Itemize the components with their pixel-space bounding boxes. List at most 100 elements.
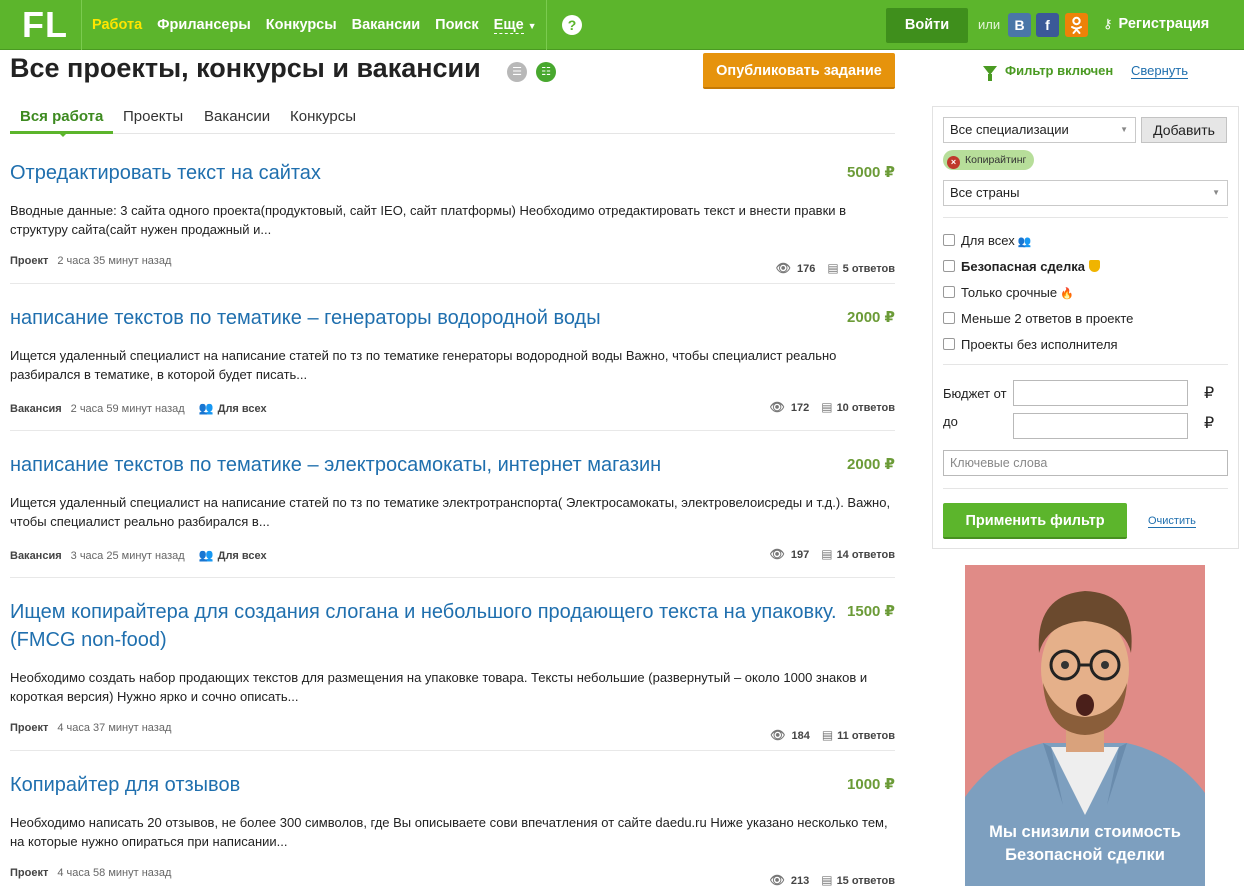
country-value: Все страны [950,185,1020,200]
remove-tag-icon[interactable]: × [947,156,960,169]
project-title[interactable]: написание текстов по тематике – электрос… [10,451,842,479]
fl-logo[interactable]: FL [14,3,76,47]
tab-contests[interactable]: Конкурсы [290,108,356,125]
shield-icon [1088,260,1100,272]
filter-status: Фильтр включен [983,63,1114,81]
tab-projects[interactable]: Проекты [123,108,183,125]
nav-freelancers[interactable]: Фрилансеры [157,17,251,33]
views-count: 176 [796,263,816,275]
top-navigation-bar: FL Работа Фрилансеры Конкурсы Вакансии П… [0,0,1244,50]
eye-icon: 👁 [769,400,785,414]
project-type: Проект [10,722,49,734]
odnoklassniki-icon [1071,16,1082,34]
ad-line-2: Безопасной сделки [1005,846,1165,864]
views-count: 197 [790,549,810,561]
register-link[interactable]: ⚷ Регистрация [1103,16,1209,32]
specialization-tag: × Копирайтинг [943,150,1035,170]
safe-deal-ad-banner[interactable]: Мы снизили стоимость Безопасной сделки [965,565,1205,886]
nav-vacancies[interactable]: Вакансии [352,17,421,33]
checkbox-label: Проекты без исполнителя [961,337,1118,352]
budget-from-label: Бюджет от [943,386,1007,401]
specialization-select[interactable]: Все специализации ▼ [943,117,1136,143]
checkbox[interactable] [943,286,955,298]
project-price: 1000 ₽ [847,776,895,793]
apply-filter-button[interactable]: Применить фильтр [943,503,1127,539]
answers-count[interactable]: 11 ответов [837,730,895,742]
project-divider [10,577,895,578]
project-title[interactable]: Копирайтер для отзывов [10,771,842,799]
project-meta: Вакансия 2 часа 59 минут назад 👥 Для всех [10,401,267,415]
project-description: Ищется удаленный специалист на написание… [10,495,891,529]
project-type: Вакансия [10,403,62,415]
country-select[interactable]: Все страны ▼ [943,180,1228,206]
checkbox[interactable] [943,338,955,350]
nav-contests[interactable]: Конкурсы [266,17,337,33]
list-view-icon[interactable]: ☰ [507,62,527,82]
project-time: 4 часа 37 минут назад [57,722,172,734]
views-count: 172 [790,402,810,414]
nav-search[interactable]: Поиск [435,17,479,33]
clear-filter-link[interactable]: Очистить [1148,515,1196,528]
nav-divider [546,0,547,50]
budget-to-label: до [943,414,958,429]
collapse-filter-link[interactable]: Свернуть [1131,64,1189,79]
comment-icon: ▤ [821,547,833,561]
help-icon[interactable]: ? [562,15,582,35]
answers-count[interactable]: 14 ответов [837,549,895,561]
project-meta: Проект 4 часа 37 минут назад [10,722,171,734]
odnoklassniki-login-icon[interactable] [1065,13,1088,37]
checkbox[interactable] [943,312,955,324]
project-description: Необходимо создать набор продающих текст… [10,670,868,704]
caret-down-icon: ▼ [1212,188,1220,197]
project-title[interactable]: написание текстов по тематике – генерато… [10,304,842,332]
project-divider [10,750,895,751]
budget-from-input[interactable] [1013,380,1188,406]
views-count: 213 [790,875,810,886]
checkbox-label: Безопасная сделка [961,259,1085,274]
tag-label: Копирайтинг [965,154,1027,166]
project-divider [10,283,895,284]
vk-login-icon[interactable]: B [1008,13,1031,37]
project-price: 2000 ₽ [847,456,895,473]
publish-task-button[interactable]: Опубликовать задание [703,53,895,89]
facebook-login-icon[interactable]: f [1036,13,1059,37]
eye-icon: 👁 [769,547,785,561]
comment-icon: ▤ [821,728,834,742]
answers-count[interactable]: 5 ответов [843,263,895,275]
people-icon: 👥 [198,401,214,415]
budget-to-input[interactable] [1013,413,1188,439]
checkbox-label: Только срочные [961,285,1058,300]
nav-more[interactable]: Еще ▼ [493,17,537,34]
nav-work[interactable]: Работа [92,17,142,33]
project-title[interactable]: Ищем копирайтера для создания слогана и … [10,598,842,654]
comment-icon: ▤ [827,261,839,275]
answers-count[interactable]: 10 ответов [837,402,895,414]
project-meta: Вакансия 3 часа 25 минут назад 👥 Для всех [10,548,267,562]
for-all-label: Для всех [217,550,267,562]
project-time: 3 часа 25 минут назад [70,550,185,562]
project-card: написание текстов по тематике – генерато… [10,304,895,424]
funnel-icon [983,66,997,81]
answers-count[interactable]: 15 ответов [837,875,895,886]
checkbox[interactable] [943,234,955,246]
nav-more-label: Еще [493,17,524,34]
keywords-input[interactable]: Ключевые слова [943,450,1228,476]
project-time: 2 часа 59 минут назад [70,403,185,415]
project-stats: 👁 184 ▤ 11 ответов [770,728,895,742]
project-description: Необходимо написать 20 отзывов, не более… [10,815,888,849]
views-count: 184 [791,730,810,742]
tab-vacancies[interactable]: Вакансии [204,108,270,125]
project-stats: 👁 176 ▤ 5 ответов [776,261,895,275]
tab-all-work[interactable]: Вся работа [20,108,103,125]
project-card: написание текстов по тематике – электрос… [10,451,895,571]
filter-status-label: Фильтр включен [1005,63,1114,78]
eye-icon: 👁 [770,728,786,742]
login-button[interactable]: Войти [886,8,968,43]
detailed-view-icon[interactable]: ☷ [536,62,556,82]
register-label: Регистрация [1118,16,1210,32]
checkbox[interactable] [943,260,955,272]
project-type: Вакансия [10,550,62,562]
key-icon: ⚷ [1103,16,1113,31]
add-specialization-button[interactable]: Добавить [1141,117,1227,143]
project-title[interactable]: Отредактировать текст на сайтах [10,159,842,187]
